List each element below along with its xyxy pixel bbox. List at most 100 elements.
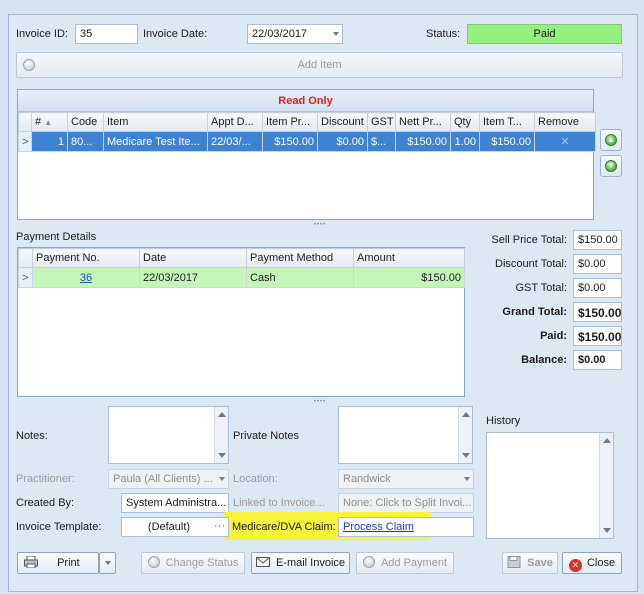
chevron-down-icon[interactable]: [464, 477, 470, 481]
invoice-template-field[interactable]: (Default) ···: [121, 517, 229, 537]
private-notes-input[interactable]: [338, 406, 473, 464]
balance-value: $0.00: [573, 350, 622, 370]
payments-table: Payment No. Date Payment Method Amount >…: [18, 248, 465, 288]
splitter-handle[interactable]: ••••: [300, 222, 340, 228]
invoice-id-field[interactable]: 35: [75, 24, 138, 44]
cell-discount[interactable]: $0.00: [317, 131, 368, 152]
col-header-amount[interactable]: Amount: [353, 248, 465, 268]
location-label: Location:: [233, 473, 278, 485]
arrow-up-icon: ▲: [605, 134, 617, 146]
print-label: Print: [57, 557, 80, 569]
private-notes-scrollbar[interactable]: [458, 407, 472, 463]
created-by-field[interactable]: System Administra...: [121, 493, 229, 513]
invoice-date-value: 22/03/2017: [252, 28, 308, 40]
invoice-template-value: (Default): [147, 521, 191, 533]
cell-gst[interactable]: $...: [367, 131, 396, 152]
history-scrollbar[interactable]: [599, 433, 613, 538]
table-row[interactable]: > 1 80... Medicare Test Ite... 22/03/...…: [18, 131, 596, 152]
scroll-down-icon[interactable]: [603, 528, 611, 533]
paid-value: $150.00: [573, 326, 622, 346]
location-select[interactable]: Randwick: [338, 469, 474, 489]
move-down-button[interactable]: ▼: [600, 155, 622, 177]
payment-details-title: Payment Details: [16, 231, 97, 243]
print-options-button[interactable]: [99, 552, 116, 574]
col-header-number[interactable]: # ▲: [31, 112, 68, 132]
splitter-handle[interactable]: ••••: [300, 399, 340, 405]
grand-total-value: $150.00: [573, 302, 622, 322]
practitioner-value: Paula (All Clients) ...: [113, 473, 213, 485]
sell-price-total-label: Sell Price Total:: [491, 234, 567, 246]
scroll-up-icon[interactable]: [603, 438, 611, 443]
table-row[interactable]: > 36 22/03/2017 Cash $150.00: [18, 267, 465, 288]
invoice-id-label: Invoice ID:: [16, 28, 68, 40]
add-item-button[interactable]: Add Item: [16, 52, 623, 78]
move-up-button[interactable]: ▲: [600, 129, 622, 151]
cell-number[interactable]: 1: [31, 131, 68, 152]
items-grid: Read Only # ▲ Code Item Appt D... Item P…: [17, 89, 596, 220]
cell-qty[interactable]: 1.00: [450, 131, 480, 152]
ellipsis-button[interactable]: ···: [214, 520, 225, 532]
chevron-down-icon[interactable]: [333, 32, 339, 36]
save-button[interactable]: Save: [502, 552, 558, 574]
status-label: Status:: [426, 28, 461, 40]
payments-header-row: Payment No. Date Payment Method Amount: [18, 248, 465, 268]
change-status-button[interactable]: Change Status: [141, 552, 245, 574]
col-header-item-price[interactable]: Item Pr...: [262, 112, 318, 132]
scroll-down-icon[interactable]: [462, 453, 470, 458]
cell-code[interactable]: 80...: [67, 131, 104, 152]
payment-number-link[interactable]: 36: [80, 272, 92, 284]
row-indicator-icon: >: [18, 131, 32, 152]
add-payment-button[interactable]: Add Payment: [356, 552, 454, 574]
private-notes-label: Private Notes: [233, 430, 300, 442]
printer-icon: [24, 556, 38, 568]
notes-input[interactable]: [108, 406, 229, 464]
col-header-payment-method[interactable]: Payment Method: [246, 248, 354, 268]
cell-date[interactable]: 22/03/2017: [139, 267, 247, 288]
remove-icon[interactable]: ✕: [534, 131, 596, 152]
medicare-claim-field[interactable]: Process Claim: [338, 517, 474, 537]
arrow-down-icon: ▼: [605, 160, 617, 172]
scroll-up-icon[interactable]: [218, 412, 226, 417]
cell-appt-date[interactable]: 22/03/...: [207, 131, 263, 152]
cell-item[interactable]: Medicare Test Ite...: [103, 131, 208, 152]
invoice-date-label: Invoice Date:: [143, 28, 208, 40]
scroll-down-icon[interactable]: [218, 453, 226, 458]
cell-payment-method[interactable]: Cash: [246, 267, 354, 288]
balance-label: Balance:: [521, 354, 567, 366]
col-header-item[interactable]: Item: [103, 112, 208, 132]
col-header-gst[interactable]: GST: [367, 112, 396, 132]
cell-item-total[interactable]: $150.00: [479, 131, 535, 152]
notes-scrollbar[interactable]: [214, 407, 228, 463]
col-header-appt-date[interactable]: Appt D...: [207, 112, 263, 132]
invoice-date-field[interactable]: 22/03/2017: [247, 24, 343, 44]
chevron-down-icon[interactable]: [219, 477, 225, 481]
cell-payment-no[interactable]: 36: [32, 267, 140, 288]
col-header-remove[interactable]: Remove: [534, 112, 596, 132]
read-only-banner: Read Only: [18, 90, 593, 112]
add-icon: [362, 556, 375, 568]
cell-nett-price[interactable]: $150.00: [395, 131, 451, 152]
history-box[interactable]: [486, 432, 614, 539]
cell-amount[interactable]: $150.00: [353, 267, 465, 288]
practitioner-select[interactable]: Paula (All Clients) ...: [108, 469, 229, 489]
change-status-label: Change Status: [165, 557, 239, 569]
col-header-date[interactable]: Date: [139, 248, 247, 268]
scroll-up-icon[interactable]: [462, 412, 470, 417]
col-header-code[interactable]: Code: [67, 112, 104, 132]
row-indicator-header: [18, 112, 32, 132]
location-value: Randwick: [343, 473, 391, 485]
history-label: History: [486, 415, 521, 427]
add-icon: [23, 59, 35, 71]
col-header-nett-price[interactable]: Nett Pr...: [395, 112, 451, 132]
col-header-payment-no[interactable]: Payment No.: [32, 248, 140, 268]
cell-item-price[interactable]: $150.00: [262, 131, 318, 152]
email-invoice-button[interactable]: E-mail Invoice: [251, 552, 350, 574]
print-button[interactable]: Print: [17, 552, 99, 574]
close-button[interactable]: ✕ Close: [562, 552, 622, 574]
linked-invoice-field[interactable]: None: Click to Split Invoi...: [338, 493, 474, 513]
add-item-label: Add Item: [297, 59, 342, 71]
col-header-item-total[interactable]: Item T...: [479, 112, 535, 132]
col-header-qty[interactable]: Qty: [450, 112, 480, 132]
process-claim-link[interactable]: Process Claim: [343, 521, 414, 533]
col-header-discount[interactable]: Discount: [317, 112, 368, 132]
